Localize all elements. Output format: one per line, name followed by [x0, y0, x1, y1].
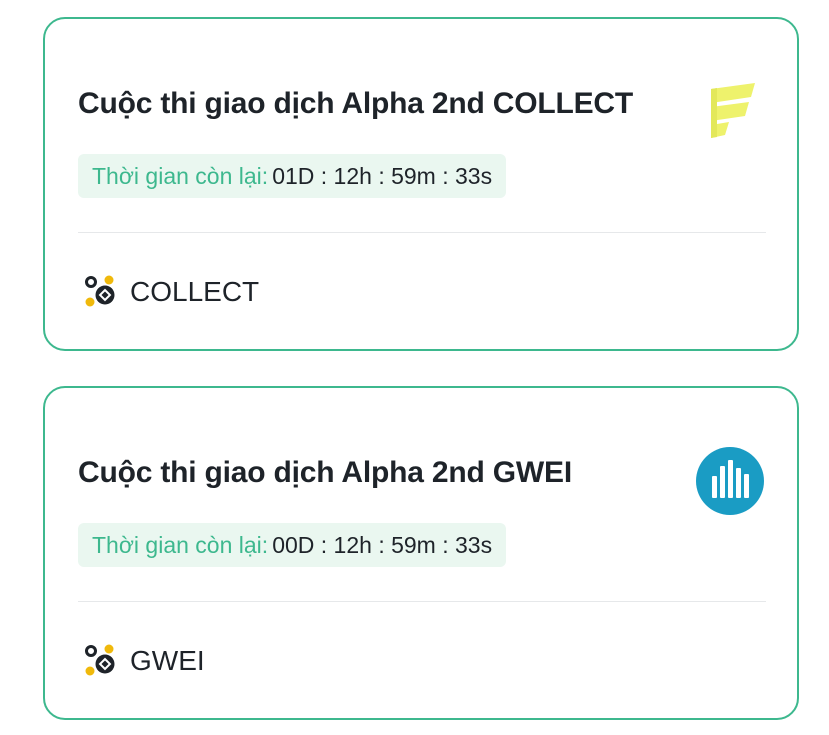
competition-title: Cuộc thi giao dịch Alpha 2nd COLLECT: [78, 87, 634, 120]
time-remaining-badge: Thời gian còn lại: 01D : 12h : 59m : 33s: [78, 154, 507, 198]
card-divider: [78, 601, 766, 602]
time-remaining-value: 01D : 12h : 59m : 33s: [272, 162, 493, 189]
token-row: COLLECT: [82, 274, 259, 310]
token-name: COLLECT: [130, 276, 260, 307]
time-remaining-badge: Thời gian còn lại: 00D : 12h : 59m : 33s: [78, 523, 507, 567]
token-row: GWEI: [82, 643, 205, 679]
time-remaining-value: 00D : 12h : 59m : 33s: [272, 531, 493, 558]
gwei-logo-icon: [696, 447, 764, 515]
binance-alpha-icon: [85, 644, 115, 676]
time-remaining-label: Thời gian còn lại:: [92, 162, 269, 189]
card-divider: [78, 232, 766, 233]
competition-card-collect[interactable]: Cuộc thi giao dịch Alpha 2nd COLLECT Thờ…: [43, 17, 799, 351]
competition-card-gwei[interactable]: Cuộc thi giao dịch Alpha 2nd GWEI Thời g…: [43, 386, 799, 720]
collect-logo-icon: [711, 83, 755, 138]
time-remaining-label: Thời gian còn lại:: [92, 531, 269, 558]
token-name: GWEI: [130, 645, 205, 676]
binance-alpha-icon: [85, 275, 115, 307]
competition-title: Cuộc thi giao dịch Alpha 2nd GWEI: [78, 456, 572, 489]
